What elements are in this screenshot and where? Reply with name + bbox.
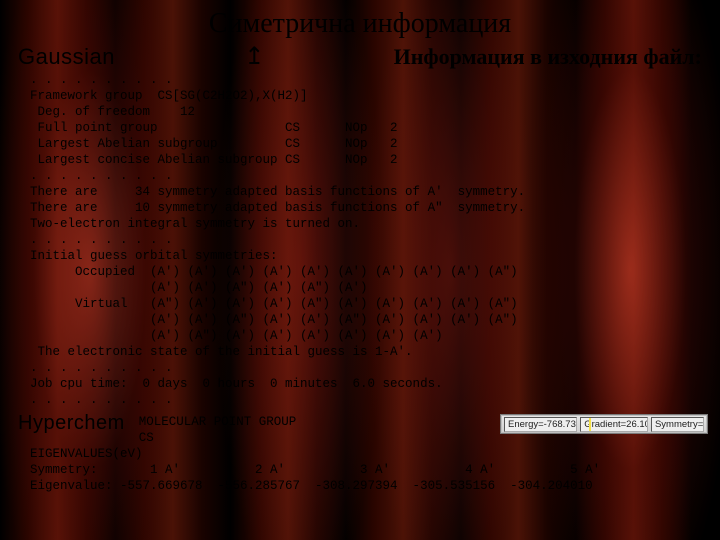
status-energy: Energy=-768.734223 bbox=[504, 417, 577, 432]
hyperchem-status-bar: Energy=-768.734223 Gradient=26.10933 Sym… bbox=[500, 414, 708, 434]
hyperchem-heading: Hyperchem bbox=[18, 412, 125, 435]
gaussian-heading: Gaussian bbox=[18, 44, 115, 70]
up-arrow-icon: ↥ bbox=[244, 45, 264, 69]
hyperchem-output-block: EIGENVALUES(eV) Symmetry: 1 A' 2 A' 3 A'… bbox=[18, 446, 702, 494]
status-gradient-text: Gradient=26.10933 bbox=[584, 419, 648, 430]
slide-title: Симетрична информация bbox=[18, 8, 702, 40]
gaussian-output-block: . . . . . . . . . . Framework group CS[S… bbox=[18, 72, 702, 408]
status-symmetry: Symmetry=CS bbox=[651, 417, 704, 432]
header-row: Gaussian ↥ Информация в изходния файл: bbox=[18, 44, 702, 70]
subtitle-text: Информация в изходния файл: bbox=[394, 44, 702, 70]
hyperchem-row: Hyperchem MOLECULAR POINT GROUP CS Energ… bbox=[18, 410, 702, 446]
molecular-point-group: MOLECULAR POINT GROUP CS bbox=[139, 414, 297, 446]
status-gradient: Gradient=26.10933 bbox=[580, 417, 648, 432]
